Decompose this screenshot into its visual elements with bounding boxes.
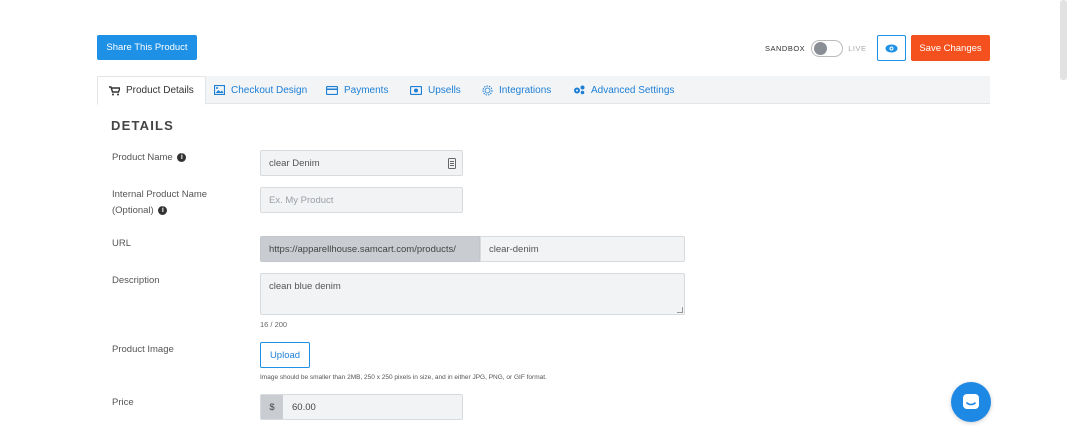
tab-product-details[interactable]: Product Details xyxy=(97,76,206,105)
description-value: clean blue denim xyxy=(269,281,341,292)
autofill-icon xyxy=(448,158,456,169)
tab-upsells[interactable]: Upsells xyxy=(410,76,461,104)
product-name-input[interactable]: clear Denim xyxy=(260,150,463,176)
image-icon xyxy=(214,85,225,95)
url-label: URL xyxy=(112,238,132,249)
info-icon[interactable]: i xyxy=(177,152,187,162)
tab-label: Payments xyxy=(344,84,389,96)
tab-payments[interactable]: Payments xyxy=(326,76,388,104)
tab-label: Checkout Design xyxy=(231,84,308,96)
tab-advanced-settings[interactable]: Advanced Settings xyxy=(573,76,674,104)
internal-name-label-optional: (Optional) xyxy=(112,205,154,216)
internal-name-label: Internal Product Name (Optional) i xyxy=(112,187,207,219)
tab-bar: Product Details Checkout Design Payments… xyxy=(97,76,990,105)
tab-label: Integrations xyxy=(499,84,552,96)
cogs-icon xyxy=(574,85,585,95)
price-currency: $ xyxy=(261,395,283,419)
tab-label: Product Details xyxy=(126,85,194,96)
viewport-cutoff xyxy=(0,420,1079,445)
tab-label: Upsells xyxy=(428,84,461,96)
description-textarea[interactable]: clean blue denim xyxy=(260,273,685,315)
live-label: LIVE xyxy=(848,43,867,53)
save-changes-button[interactable]: Save Changes xyxy=(911,35,990,61)
internal-name-placeholder: Ex. My Product xyxy=(269,194,334,206)
internal-name-label-line1: Internal Product Name xyxy=(112,189,208,200)
image-hint: Image should be smaller than 2MB, 250 x … xyxy=(260,374,547,381)
scrollbar[interactable] xyxy=(1060,0,1067,80)
section-title: DETAILS xyxy=(111,118,175,133)
product-image-label: Product Image xyxy=(112,344,174,355)
chat-button[interactable] xyxy=(951,382,991,422)
info-icon[interactable]: i xyxy=(158,205,168,215)
credit-card-icon xyxy=(326,85,338,95)
environment-toggle-group: SANDBOX LIVE xyxy=(765,35,866,61)
sandbox-label: SANDBOX xyxy=(765,43,806,53)
url-slug-value: clear-denim xyxy=(489,243,539,255)
cart-icon xyxy=(109,85,120,95)
preview-button[interactable] xyxy=(877,35,906,61)
price-value: 60.00 xyxy=(292,401,316,413)
description-counter: 16 / 200 xyxy=(260,320,288,329)
tab-checkout-design[interactable]: Checkout Design xyxy=(214,76,307,104)
share-product-button[interactable]: Share This Product xyxy=(97,35,197,60)
url-prefix: https://apparellhouse.samcart.com/produc… xyxy=(260,236,480,262)
resize-handle[interactable] xyxy=(677,307,683,313)
product-name-value: clear Denim xyxy=(269,157,320,169)
url-slug-input[interactable]: clear-denim xyxy=(480,236,685,262)
sandbox-live-toggle[interactable] xyxy=(811,39,844,57)
tab-label: Advanced Settings xyxy=(591,84,675,96)
upsell-icon xyxy=(410,85,422,95)
internal-name-input[interactable]: Ex. My Product xyxy=(260,187,463,213)
chat-icon xyxy=(963,394,979,409)
product-name-label-text: Product Name xyxy=(112,152,173,163)
integrations-icon xyxy=(482,85,493,95)
price-input[interactable]: $ 60.00 xyxy=(260,394,463,420)
product-name-label: Product Name i xyxy=(112,150,187,166)
upload-button[interactable]: Upload xyxy=(260,342,310,368)
internal-name-label-line2: (Optional) i xyxy=(112,203,207,219)
eye-icon xyxy=(885,44,898,52)
tab-integrations[interactable]: Integrations xyxy=(482,76,551,104)
toggle-knob xyxy=(814,41,828,55)
description-label: Description xyxy=(112,275,160,286)
price-label: Price xyxy=(112,397,134,408)
